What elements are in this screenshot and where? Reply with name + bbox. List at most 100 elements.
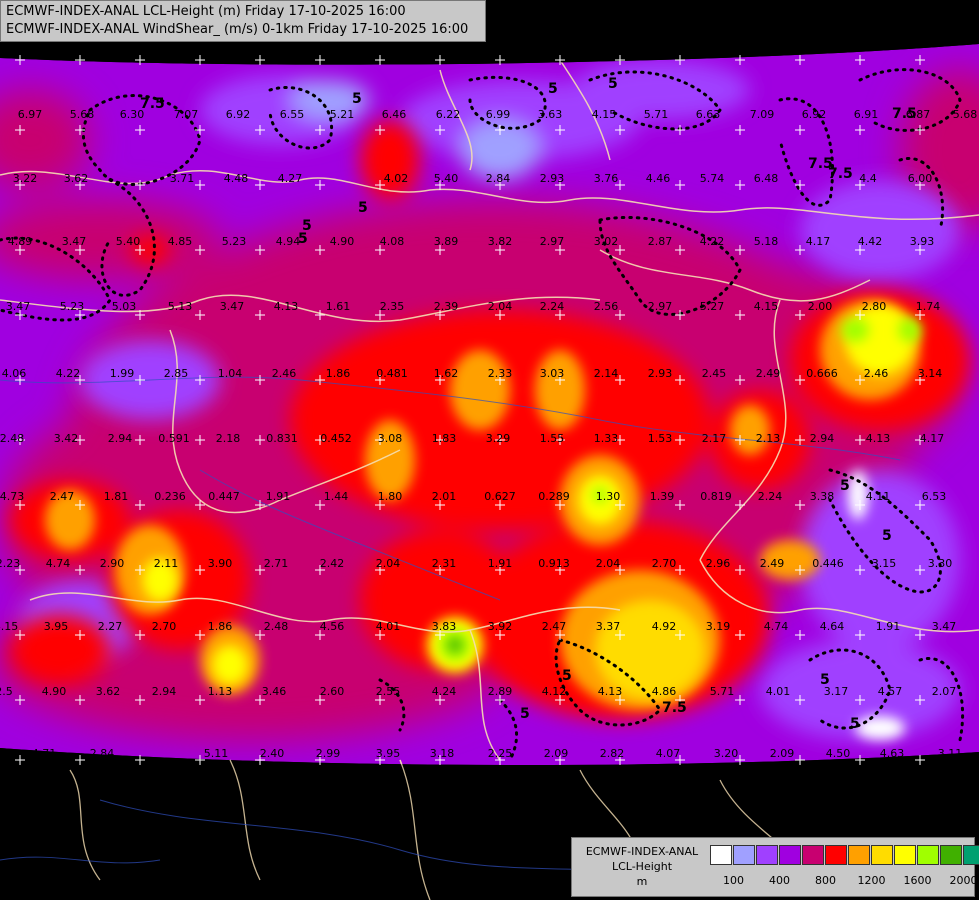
value-label: 4.85 [168,235,193,248]
value-label: 2.18 [216,432,241,445]
value-label: 2.97 [540,235,565,248]
value-label: 2.24 [540,300,565,313]
value-label: 3.14 [918,367,943,380]
value-label: 2.27 [98,620,123,633]
value-label: 3.47 [62,235,87,248]
value-label: 2.93 [648,367,673,380]
value-label: 2.24 [758,490,783,503]
value-label: 1.13 [208,685,233,698]
legend-field: LCL-Height [611,860,673,873]
legend-swatch [848,845,870,865]
value-label: 0.481 [376,367,408,380]
value-label: 1.55 [540,432,565,445]
contour-label: 5 [358,200,368,216]
value-label: 4.13 [598,685,623,698]
value-label: 6.00 [908,172,933,185]
value-label: 3.20 [714,747,739,760]
legend-swatch [756,845,778,865]
value-label: 2.25 [488,747,513,760]
value-label: 3.42 [54,432,79,445]
value-label: 4.4 [859,172,877,185]
value-label: 2.87 [648,235,673,248]
value-label: 4.63 [880,747,905,760]
value-label: 5.74 [700,172,725,185]
value-label: 1.86 [208,620,233,633]
contour-label: 5 [298,231,308,247]
value-label: 4.64 [820,620,845,633]
value-label: 6.55 [280,108,305,121]
value-label: 5.23 [222,235,247,248]
value-label: 2.48 [0,432,24,445]
value-label: 3.08 [378,432,403,445]
value-label: 6.53 [922,490,947,503]
value-label: 4.01 [766,685,791,698]
value-label: 2.13 [756,432,781,445]
value-label: 1.30 [596,490,621,503]
value-label: 2.70 [652,557,677,570]
value-label: 3.38 [810,490,835,503]
value-label: 1.39 [650,490,675,503]
value-label: 6.97 [18,108,43,121]
value-label: 3.83 [432,620,457,633]
value-label: 5.40 [116,235,141,248]
value-label: 1.83 [432,432,457,445]
value-label: 1.99 [110,367,135,380]
legend-tick-label: 2000 [949,874,978,887]
value-label: 2.85 [164,367,189,380]
legend-swatch [963,845,979,865]
value-label: 3.29 [486,432,511,445]
value-label: 2.40 [260,747,285,760]
value-label: 3.90 [208,557,233,570]
value-label: 4.07 [656,747,681,760]
value-label: 4.50 [826,747,851,760]
value-label: 4.42 [858,235,883,248]
contour-label: 5 [608,76,618,92]
value-label: 3.30 [928,557,953,570]
value-label: 3.46 [262,685,287,698]
value-label: 4.56 [320,620,345,633]
value-label: 0.627 [484,490,516,503]
value-label: 1.91 [876,620,901,633]
value-label: 4.15 [754,300,779,313]
contour-label: 5 [520,706,530,722]
value-label: 2.84 [90,747,115,760]
contour-label: 5 [562,668,572,684]
value-label: 2.60 [320,685,345,698]
value-label: 0.289 [538,490,570,503]
value-label: 7.09 [750,108,775,121]
legend-titles: ECMWF-INDEX-ANAL LCL-Height m [576,844,708,889]
value-label: 3.02 [594,235,619,248]
value-label: 2.09 [544,747,569,760]
value-label: 3.47 [932,620,957,633]
value-label: 4.02 [384,172,409,185]
legend-tick-label: 1200 [857,874,886,887]
value-label: 5.71 [644,108,669,121]
legend-tick-label: 1600 [903,874,932,887]
legend-swatches [710,845,979,865]
value-label: 3.82 [488,235,513,248]
value-label: 6.92 [802,108,827,121]
value-label: 2.14 [594,367,619,380]
value-label: 1.91 [266,490,291,503]
value-label: 1.04 [218,367,243,380]
value-label: 2.99 [316,747,341,760]
value-label: 4.17 [920,432,945,445]
value-label: 5.27 [700,300,725,313]
value-label: 2.97 [648,300,673,313]
value-label: 2.94 [108,432,133,445]
value-label: 4.13 [866,432,891,445]
value-label: 3.63 [538,108,563,121]
value-label: 0.831 [266,432,298,445]
value-label: 2.70 [152,620,177,633]
color-legend: ECMWF-INDEX-ANAL LCL-Height m 100 400 800 1… [571,837,979,897]
value-label: 4.90 [42,685,67,698]
value-label: 3.92 [488,620,513,633]
value-label: 4.01 [376,620,401,633]
legend-swatch [871,845,893,865]
value-label: 1.53 [648,432,673,445]
value-label: 4.12 [542,685,567,698]
value-label: 1.33 [594,432,619,445]
value-label: 0.452 [320,432,352,445]
legend-swatch [733,845,755,865]
value-label: 4.27 [278,172,303,185]
